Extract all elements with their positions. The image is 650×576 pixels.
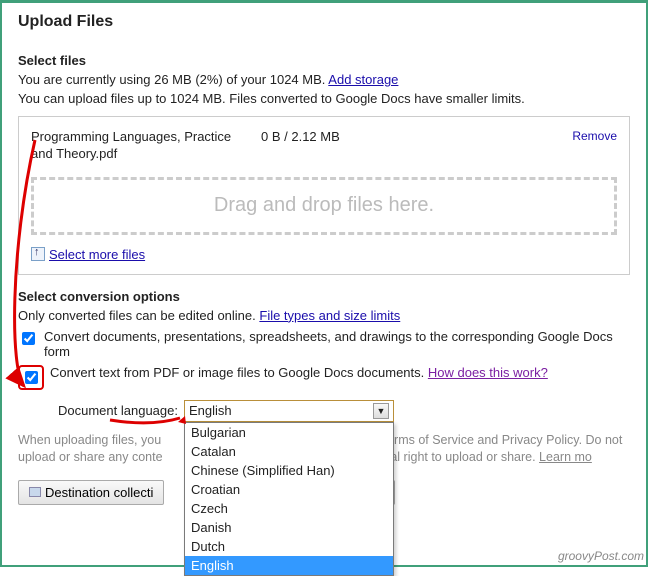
file-name: Programming Languages, Practice and Theo… xyxy=(31,129,261,163)
upload-limit-hint: You can upload files up to 1024 MB. File… xyxy=(18,91,630,106)
language-select-box[interactable]: English ▼ xyxy=(184,400,394,422)
language-selected-value: English xyxy=(189,403,373,418)
upload-dialog: Upload Files Select files You are curren… xyxy=(0,0,648,567)
language-option[interactable]: English xyxy=(185,556,393,575)
convert-pdf-option: Convert text from PDF or image files to … xyxy=(18,365,630,390)
select-files-heading: Select files xyxy=(18,53,630,68)
file-remove-link[interactable]: Remove xyxy=(572,129,617,143)
destination-collection-button[interactable]: Destination collecti xyxy=(18,480,164,505)
only-converted-hint: Only converted files can be edited onlin… xyxy=(18,308,630,323)
convert-pdf-label: Convert text from PDF or image files to … xyxy=(50,365,630,380)
language-option[interactable]: Czech xyxy=(185,499,393,518)
checkbox-highlight xyxy=(18,365,44,390)
file-list-panel: Programming Languages, Practice and Theo… xyxy=(18,116,630,275)
language-option[interactable]: Bulgarian xyxy=(185,423,393,442)
folder-icon xyxy=(29,487,41,497)
document-language-label: Document language: xyxy=(58,403,178,418)
how-does-this-work-link[interactable]: How does this work? xyxy=(428,365,548,380)
dialog-title: Upload Files xyxy=(18,13,630,31)
language-option[interactable]: Dutch xyxy=(185,537,393,556)
language-option[interactable]: Croatian xyxy=(185,480,393,499)
storage-usage-line: You are currently using 26 MB (2%) of yo… xyxy=(18,72,630,87)
upload-icon xyxy=(31,247,45,261)
language-option[interactable]: Chinese (Simplified Han) xyxy=(185,461,393,480)
select-more-files-link[interactable]: Select more files xyxy=(49,247,145,262)
add-storage-link[interactable]: Add storage xyxy=(328,72,398,87)
dropzone[interactable]: Drag and drop files here. xyxy=(31,177,617,235)
document-language-row: Document language: English ▼ Bulgarian C… xyxy=(58,400,630,422)
convert-docs-option: Convert documents, presentations, spread… xyxy=(18,329,630,359)
conversion-heading: Select conversion options xyxy=(18,289,630,304)
chevron-down-icon: ▼ xyxy=(373,403,389,419)
convert-docs-checkbox[interactable] xyxy=(22,332,35,345)
language-dropdown[interactable]: Bulgarian Catalan Chinese (Simplified Ha… xyxy=(184,422,394,576)
file-types-link[interactable]: File types and size limits xyxy=(259,308,400,323)
language-option[interactable]: Danish xyxy=(185,518,393,537)
dialog-header: Upload Files xyxy=(2,3,646,39)
file-progress: 0 B / 2.12 MB xyxy=(261,129,411,144)
language-select[interactable]: English ▼ Bulgarian Catalan Chinese (Sim… xyxy=(184,400,394,422)
convert-docs-label: Convert documents, presentations, spread… xyxy=(44,329,630,359)
language-option[interactable]: Catalan xyxy=(185,442,393,461)
select-more-files[interactable]: Select more files xyxy=(31,247,617,262)
file-row: Programming Languages, Practice and Theo… xyxy=(31,127,617,173)
watermark: groovyPost.com xyxy=(558,549,644,563)
convert-pdf-checkbox[interactable] xyxy=(25,371,38,384)
learn-more-link[interactable]: Learn mo xyxy=(539,450,592,464)
